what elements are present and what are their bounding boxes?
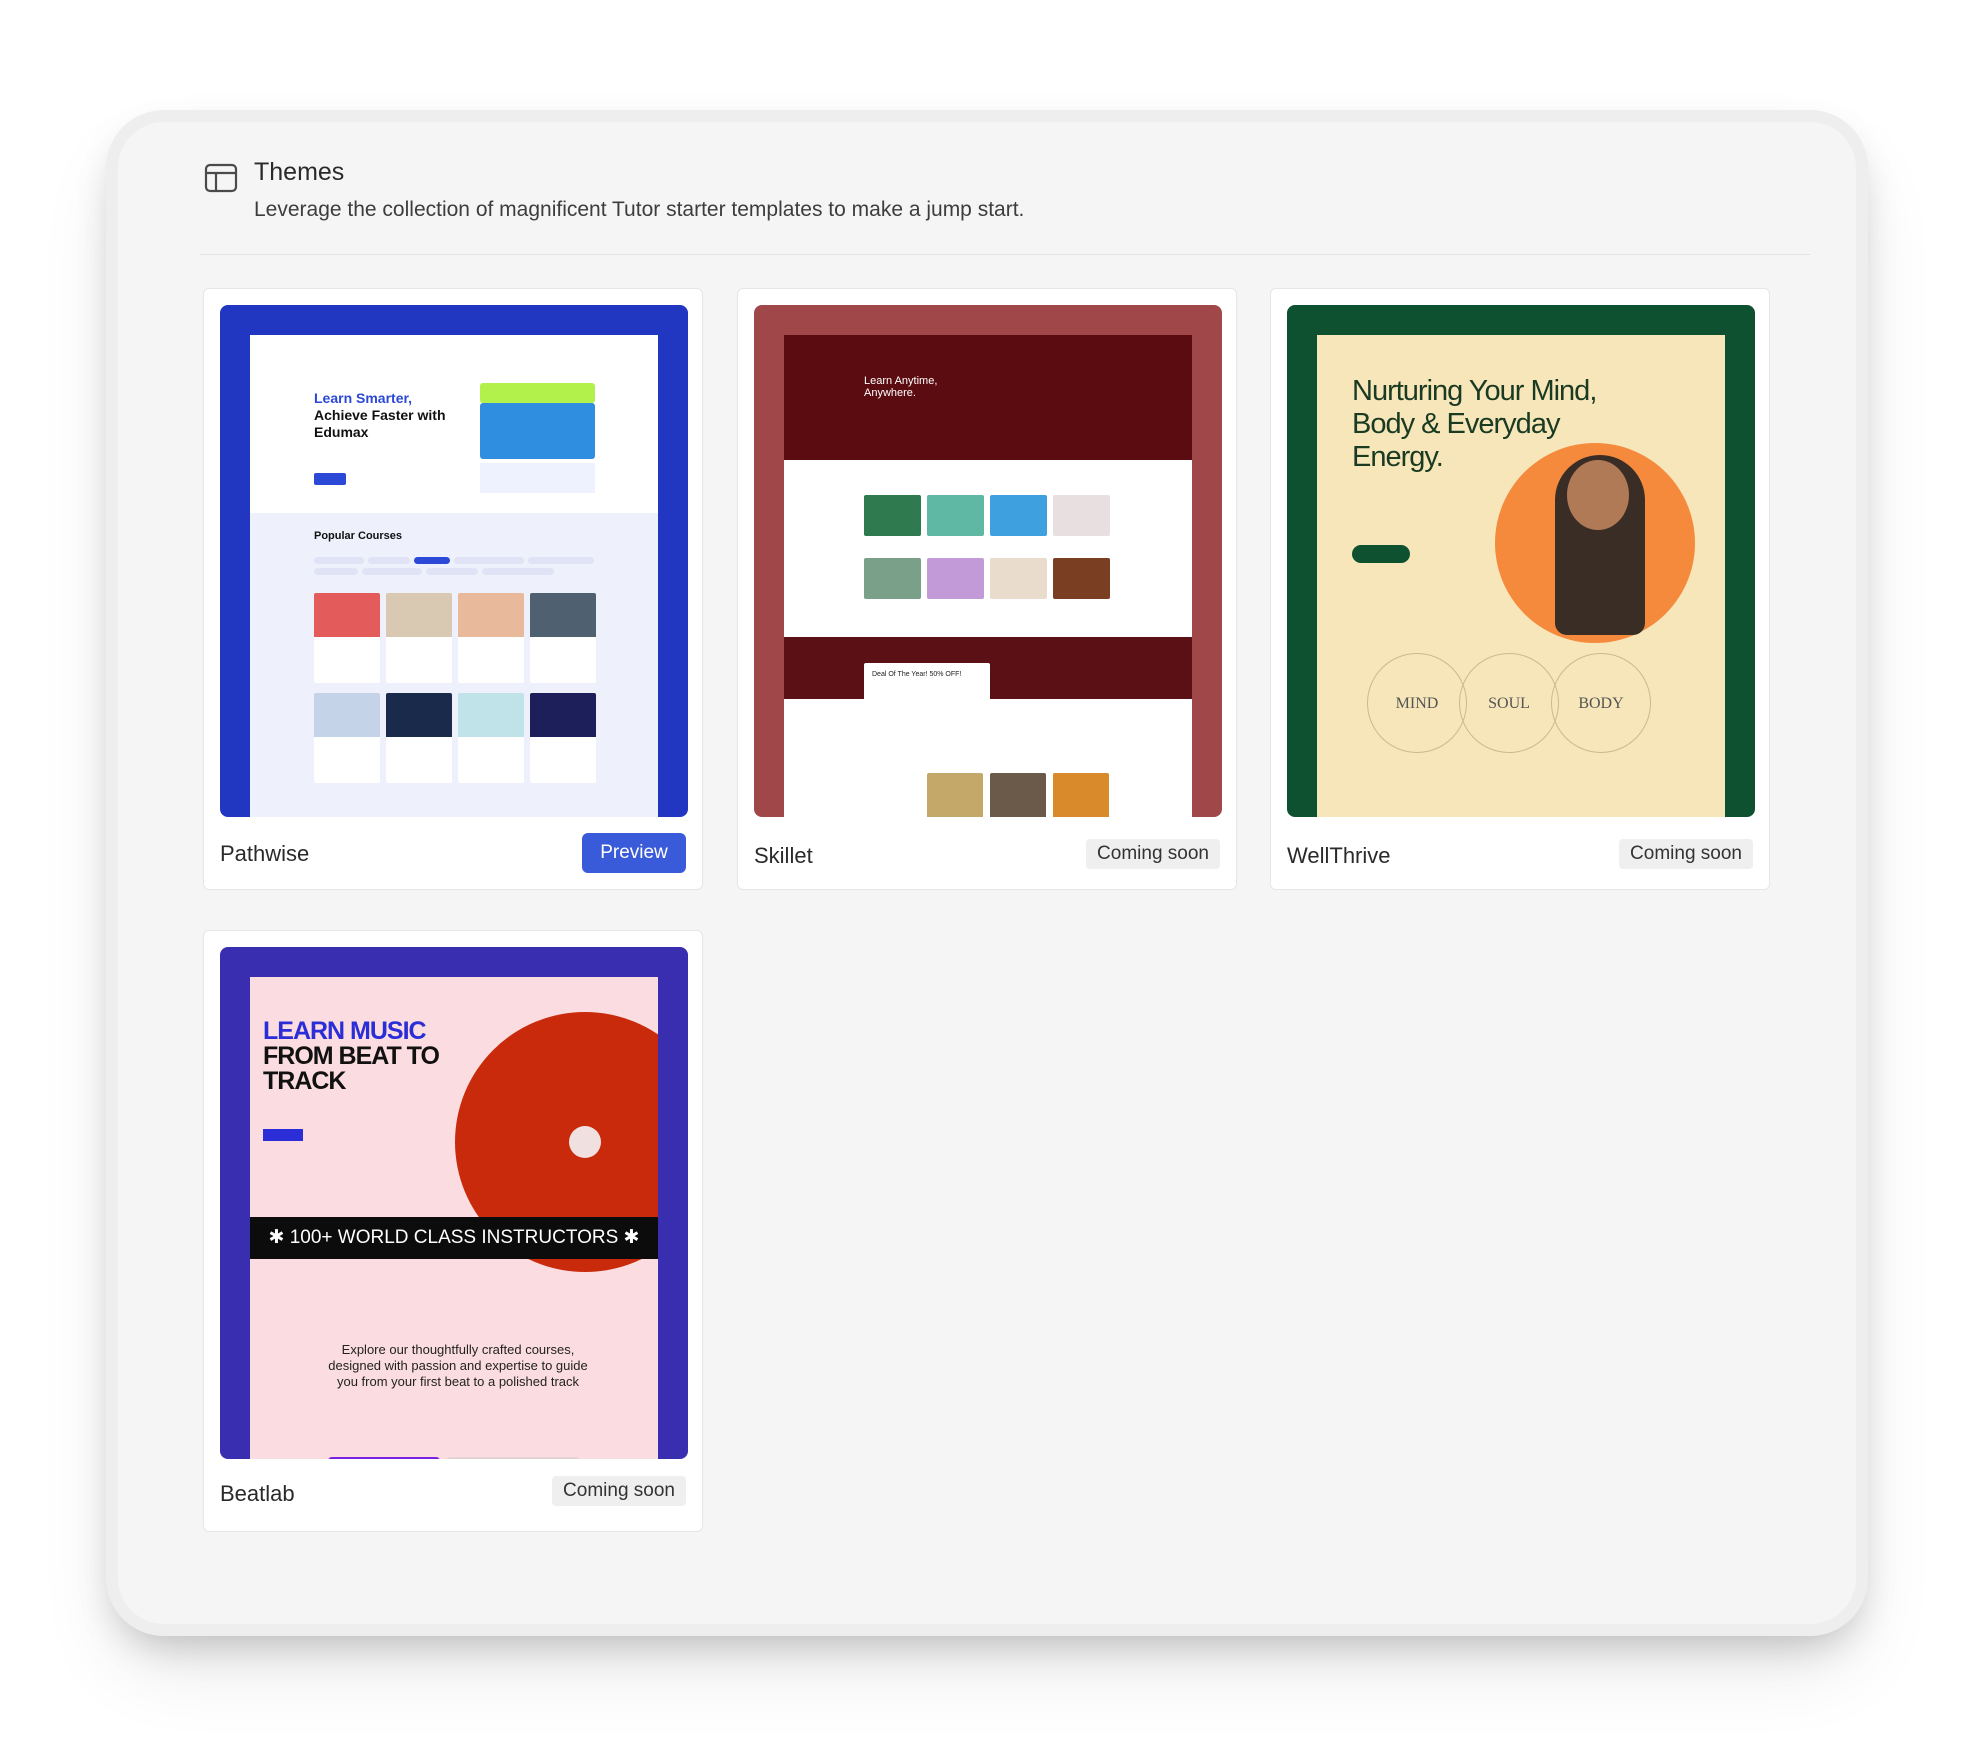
preview-pill [314,568,358,575]
preview-category-tile [864,495,921,536]
preview-person-face [1567,460,1629,530]
preview-pill [368,557,410,564]
preview-pill [426,568,478,575]
preview-course-card [314,593,380,683]
theme-thumbnail-beatlab[interactable]: LEARN MUSIC FROM BEAT TO TRACK ✱ 100+ WO… [220,947,688,1459]
preview-course-card [530,693,596,783]
theme-card-wellthrive: Nurturing Your Mind, Body & Everyday Ene… [1270,288,1770,890]
preview-pill [314,557,364,564]
preview-cta [1352,545,1410,563]
coming-soon-badge: Coming soon [552,1476,686,1506]
page-subtitle: Leverage the collection of magnificent T… [254,198,1025,221]
preview-pill [414,557,450,564]
preview-paragraph: Explore our thoughtfully crafted courses… [328,1342,588,1389]
preview-stats [480,463,595,493]
preview-circle-body: BODY [1551,653,1651,753]
preview-category-tile [864,558,921,599]
preview-banner-text: 100+ WORLD CLASS INSTRUCTORS [289,1227,619,1248]
theme-card-beatlab: LEARN MUSIC FROM BEAT TO TRACK ✱ 100+ WO… [203,930,703,1532]
preview-category-tile [990,558,1047,599]
preview-record-center [569,1126,601,1158]
preview-course-card [386,693,452,783]
coming-soon-badge: Coming soon [1619,839,1753,869]
theme-card-pathwise: Learn Smarter, Achieve Faster with Eduma… [203,288,703,890]
preview-hero-image [480,403,595,459]
preview-course-tile [990,773,1046,817]
preview-headline-line: TRACK [263,1067,346,1095]
preview-featured-card [446,1457,580,1459]
preview-pill [528,557,594,564]
preview-course-tile [927,773,983,817]
preview-course-card [458,693,524,783]
preview-button[interactable]: Preview [582,833,686,873]
theme-name: Beatlab [220,1481,295,1506]
theme-name: Skillet [754,843,813,868]
preview-pill [482,568,554,575]
preview-headline-line: Energy. [1352,441,1444,473]
preview-page: LEARN MUSIC FROM BEAT TO TRACK ✱ 100+ WO… [250,977,658,1459]
preview-category-tile [927,558,984,599]
preview-deal-text: Deal Of The Year! 50% OFF! [872,671,962,678]
preview-headline-accent: LEARN MUSIC [263,1017,427,1045]
preview-cta [314,473,346,485]
preview-headline-line: Body & Everyday [1352,408,1560,440]
preview-pill [454,557,524,564]
theme-thumbnail-skillet[interactable]: Learn Anytime, Anywhere. Deal Of The Yea… [754,305,1222,817]
preview-course-card [530,593,596,683]
preview-category-tile [1053,495,1110,536]
preview-headline: Learn Anytime, Anywhere. [864,375,938,399]
coming-soon-badge: Coming soon [1086,839,1220,869]
header-divider [200,254,1810,255]
preview-page: Learn Smarter, Achieve Faster with Eduma… [250,335,658,817]
preview-category-tile [990,495,1047,536]
theme-name: WellThrive [1287,843,1391,868]
preview-banner: ✱ 100+ WORLD CLASS INSTRUCTORS ✱ [250,1217,658,1259]
theme-thumbnail-pathwise[interactable]: Learn Smarter, Achieve Faster with Eduma… [220,305,688,817]
preview-headline: Learn Smarter, Achieve Faster with Eduma… [314,390,464,441]
preview-tag [480,383,595,403]
theme-thumbnail-wellthrive[interactable]: Nurturing Your Mind, Body & Everyday Ene… [1287,305,1755,817]
preview-headline: LEARN MUSIC FROM BEAT TO TRACK [263,1017,440,1095]
layout-template-icon [204,163,238,193]
preview-deal-card: Deal Of The Year! 50% OFF! [864,663,990,723]
preview-cta [263,1129,303,1141]
preview-circle-mind: MIND [1367,653,1467,753]
preview-featured-image [328,1457,440,1459]
preview-headline-line: Nurturing Your Mind, [1352,375,1597,407]
preview-course-card [314,693,380,783]
preview-headline-accent: Learn Smarter, [314,390,413,406]
preview-category-tile [1053,558,1110,599]
preview-course-tile [1053,773,1109,817]
preview-headline-text: Achieve Faster with Edumax [314,407,446,440]
theme-card-skillet: Learn Anytime, Anywhere. Deal Of The Yea… [737,288,1237,890]
preview-page: Learn Anytime, Anywhere. Deal Of The Yea… [784,335,1192,817]
preview-course-card [386,593,452,683]
preview-page: Nurturing Your Mind, Body & Everyday Ene… [1317,335,1725,817]
preview-category-tile [927,495,984,536]
page-title: Themes [254,158,345,186]
preview-hero: Learn Anytime, Anywhere. [784,335,1192,460]
preview-section-title: Popular Courses [314,530,403,542]
preview-pill [362,568,422,575]
preview-course-card [458,593,524,683]
themes-panel: Themes Leverage the collection of magnif… [118,122,1856,1624]
preview-headline-line: FROM BEAT TO [263,1042,440,1070]
preview-circle-soul: SOUL [1459,653,1559,753]
theme-name: Pathwise [220,841,310,866]
